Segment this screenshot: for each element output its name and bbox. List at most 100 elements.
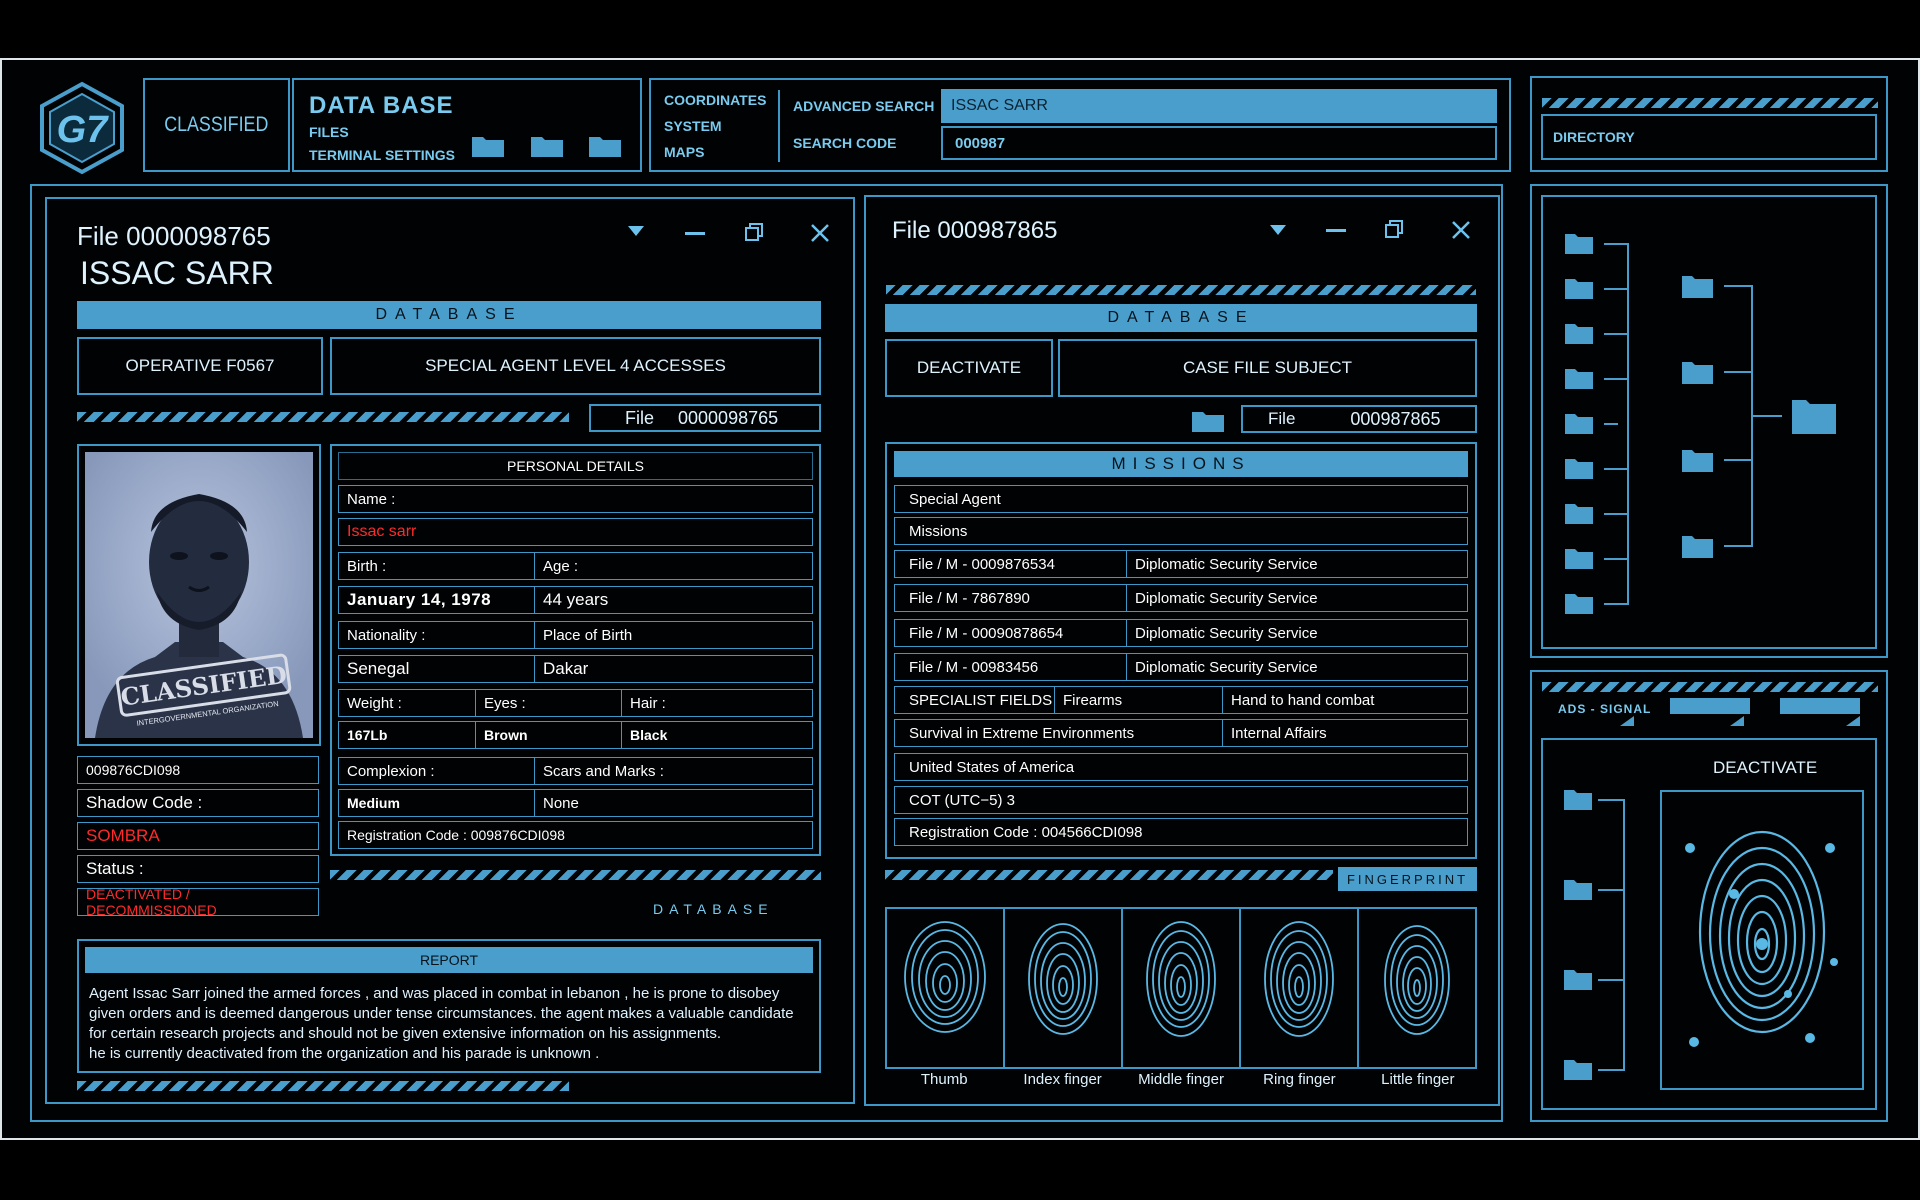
report-line: Agent Issac Sarr joined the armed forces…	[89, 985, 780, 1002]
fingerprint-icon	[904, 921, 986, 1033]
registration-row: Registration Code : 004566CDI098	[894, 818, 1468, 846]
signal-marker	[1730, 716, 1744, 726]
search-code-input[interactable]: 000987	[941, 126, 1497, 160]
mission-service: Diplomatic Security Service	[1135, 624, 1318, 642]
directory-label: DIRECTORY	[1553, 129, 1635, 145]
missions-header: MISSIONS	[894, 451, 1468, 477]
logo-icon: G7	[40, 81, 124, 175]
minimize-icon[interactable]	[685, 232, 705, 235]
folder-icon[interactable]	[530, 132, 564, 158]
database-footer-label: DATABASE	[653, 901, 774, 917]
timezone-row: COT (UTC−5) 3	[894, 786, 1468, 814]
pob-label: Place of Birth	[543, 626, 633, 644]
birth-label: Birth :	[347, 557, 387, 575]
deactivate-label[interactable]: DEACTIVATE	[1713, 758, 1817, 778]
advanced-search-input[interactable]: ISSAC SARR	[941, 89, 1497, 123]
terminal-settings-link[interactable]: TERMINAL SETTINGS	[309, 147, 455, 163]
restore-icon[interactable]	[744, 222, 764, 242]
restore-icon[interactable]	[1384, 219, 1404, 239]
directory-tree	[1565, 234, 1836, 614]
mission-row[interactable]: File / M - 7867890 Diplomatic Security Se…	[894, 584, 1468, 612]
nav-divider	[778, 90, 780, 162]
database-header-bar: DATABASE	[885, 304, 1477, 332]
biometric-panel: ADS - SIGNAL DEACTIVATE	[1530, 670, 1888, 1122]
file-number-box: File 000987865	[1241, 405, 1477, 433]
folder-icon[interactable]	[1191, 407, 1225, 433]
deactivate-button[interactable]: DEACTIVATE	[885, 339, 1053, 397]
birth-age-label-row: Birth : Age :	[338, 552, 813, 580]
window-file-title: File 000987865	[892, 217, 1058, 244]
mission-row[interactable]: File / M - 0009876534 Diplomatic Security…	[894, 550, 1468, 578]
nationality-value-row: Senegal Dakar	[338, 655, 813, 683]
ads-signal-label: ADS - SIGNAL	[1558, 702, 1652, 716]
signal-bar	[1670, 698, 1750, 714]
logo[interactable]: G7	[34, 80, 130, 176]
nav-coordinates[interactable]: COORDINATES	[664, 92, 766, 108]
personal-details-title: PERSONAL DETAILS	[507, 458, 644, 474]
access-level-button[interactable]: SPECIAL AGENT LEVEL 4 ACCESSES	[330, 337, 821, 395]
file-number-box: File 0000098765	[589, 404, 821, 432]
country-label: United States of America	[909, 758, 1075, 776]
hair-value: Black	[630, 727, 668, 743]
fingerprint-cell[interactable]	[1241, 909, 1359, 1067]
nav-maps[interactable]: MAPS	[664, 144, 704, 160]
case-file-subject-button[interactable]: CASE FILE SUBJECT	[1058, 339, 1477, 397]
database-title: DATA BASE	[309, 92, 454, 119]
mission-file: File / M - 0009876534	[909, 555, 1055, 573]
dropdown-icon[interactable]	[627, 225, 645, 237]
special-agent-label: Special Agent	[909, 490, 1001, 508]
fingerprint-icon	[1146, 921, 1216, 1037]
file-label: File	[625, 407, 655, 428]
agent-portrait: CLASSIFIED INTERGOVERNMENTAL ORGANIZATIO…	[85, 452, 313, 738]
finger-label: Ring finger	[1263, 1071, 1336, 1088]
files-link[interactable]: FILES	[309, 124, 349, 140]
physical-value-row: 167Lb Brown Black	[338, 721, 813, 749]
directory-box: DIRECTORY	[1530, 76, 1888, 172]
fingerprint-scan[interactable]	[1660, 790, 1864, 1090]
shadow-value-row: SOMBRA	[77, 822, 319, 850]
missions-title: MISSIONS	[1111, 454, 1251, 473]
stripe-divider	[885, 870, 1333, 880]
pob-value: Dakar	[543, 659, 589, 678]
window-file-title: File 0000098765	[77, 221, 271, 251]
folder-icon[interactable]	[588, 132, 622, 158]
survival-label: Survival in Extreme Environments	[909, 724, 1135, 742]
complexion-value-row: Medium None	[338, 789, 813, 817]
registration-code: Registration Code : 004566CDI098	[909, 823, 1143, 841]
mission-row[interactable]: File / M - 00983456 Diplomatic Security S…	[894, 653, 1468, 681]
stripe-divider	[1542, 682, 1878, 692]
nationality-label: Nationality :	[347, 626, 426, 644]
mission-row[interactable]: File / M - 00090878654 Diplomatic Securit…	[894, 619, 1468, 647]
stripe-divider	[77, 1081, 569, 1091]
fingerprint-cell[interactable]	[887, 909, 1005, 1067]
agent-file-window: File 0000098765 ISSAC SARR DATABASE OPER…	[45, 197, 855, 1104]
fingerprint-icon	[1384, 925, 1450, 1035]
operative-button[interactable]: OPERATIVE F0567	[77, 337, 323, 395]
close-icon[interactable]	[810, 223, 830, 243]
classified-box[interactable]: CLASSIFIED	[143, 78, 290, 172]
directory-button[interactable]: DIRECTORY	[1541, 114, 1877, 160]
nav-system[interactable]: SYSTEM	[664, 118, 722, 134]
nationality-value: Senegal	[347, 659, 410, 678]
name-value: Issac sarr	[347, 523, 417, 540]
birth-value: January 14, 1978	[347, 590, 492, 609]
dropdown-icon[interactable]	[1269, 224, 1287, 236]
registration-code: Registration Code : 009876CDI098	[347, 827, 565, 843]
shadow-code-value: SOMBRA	[86, 826, 160, 845]
survival-row: Survival in Extreme Environments Internal…	[894, 719, 1468, 747]
hand-combat-label: Hand to hand combat	[1231, 691, 1375, 709]
birth-age-value-row: January 14, 1978 44 years	[338, 586, 813, 614]
minimize-icon[interactable]	[1326, 229, 1346, 232]
close-icon[interactable]	[1451, 220, 1471, 240]
report-header: REPORT	[85, 947, 813, 973]
biometric-tree	[1564, 790, 1625, 1080]
fingerprint-cell[interactable]	[1005, 909, 1123, 1067]
fingerprint-strip	[885, 907, 1477, 1069]
database-menu: DATA BASE FILES TERMINAL SETTINGS	[292, 78, 642, 172]
fingerprint-cell[interactable]	[1359, 909, 1475, 1067]
specialist-row: SPECIALIST FIELDS Firearms Hand to hand co…	[894, 686, 1468, 714]
folder-icon[interactable]	[471, 132, 505, 158]
complexion-label: Complexion :	[347, 762, 435, 780]
signal-marker	[1846, 716, 1860, 726]
fingerprint-cell[interactable]	[1123, 909, 1241, 1067]
